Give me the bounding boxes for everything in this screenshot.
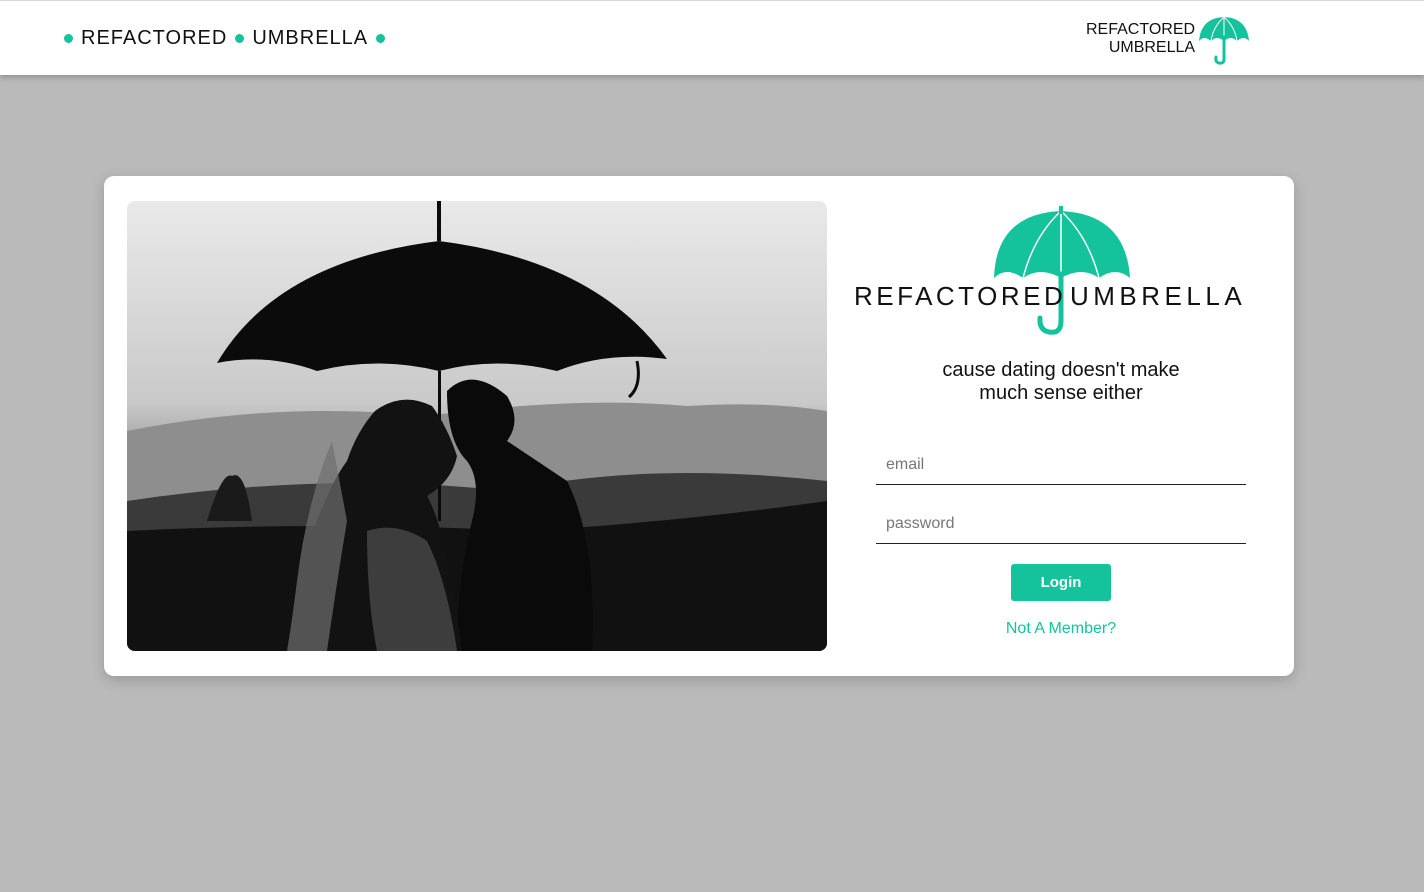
tagline-line1: cause dating doesn't make <box>942 359 1180 381</box>
brand-word-umbrella: UMBRELLA <box>252 27 369 49</box>
login-panel: REFACTORED UMBRELLA cause dating doesn't… <box>854 176 1268 676</box>
login-card: REFACTORED UMBRELLA cause dating doesn't… <box>104 176 1294 676</box>
brand-nav[interactable]: REFACTORED UMBRELLA <box>64 27 393 50</box>
couple-umbrella-photo <box>127 201 827 651</box>
brand-word-refactored: REFACTORED <box>81 27 228 49</box>
header-logo-line1: REFACTORED <box>1086 21 1196 38</box>
password-field[interactable] <box>876 504 1246 544</box>
svg-text:REFACTORED: REFACTORED <box>854 281 1066 311</box>
header-logo-text: REFACTORED UMBRELLA <box>1086 21 1195 57</box>
umbrella-icon <box>1199 16 1250 65</box>
login-button[interactable]: Login <box>1011 564 1111 601</box>
tagline-line2: much sense either <box>979 382 1143 404</box>
dot-icon <box>64 34 73 43</box>
dot-icon <box>235 34 245 43</box>
email-field[interactable] <box>876 445 1246 485</box>
top-navbar: REFACTORED UMBRELLA REFACTORED UMBRELLA <box>0 0 1424 75</box>
umbrella-logo: REFACTORED UMBRELLA <box>854 206 1246 335</box>
not-a-member-link[interactable]: Not A Member? <box>854 620 1268 638</box>
tagline: cause dating doesn't make much sense eit… <box>854 359 1268 405</box>
dot-icon <box>376 34 386 43</box>
header-logo-line2: UMBRELLA <box>1108 39 1196 56</box>
svg-text:UMBRELLA: UMBRELLA <box>1070 281 1246 311</box>
header-logo[interactable]: REFACTORED UMBRELLA <box>1086 15 1251 65</box>
